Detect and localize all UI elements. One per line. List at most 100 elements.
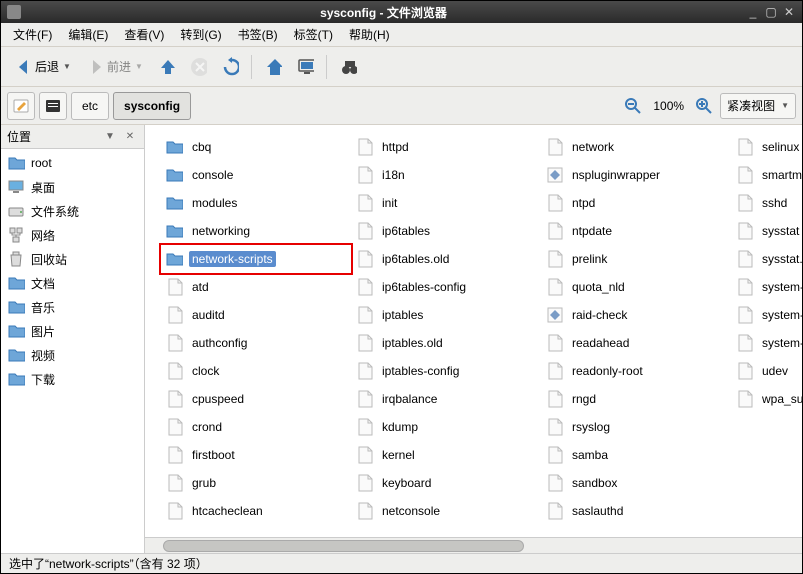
file-item[interactable]: system-config-network — [731, 329, 802, 357]
file-item[interactable]: system-config-users — [731, 301, 802, 329]
file-item[interactable]: atd — [161, 273, 351, 301]
menu-edit[interactable]: 编辑(E) — [60, 23, 116, 46]
search-button[interactable] — [333, 54, 363, 80]
menu-view[interactable]: 查看(V) — [116, 23, 172, 46]
file-name-label: kernel — [379, 447, 418, 463]
file-item[interactable]: irqbalance — [351, 385, 541, 413]
file-item[interactable]: selinux — [731, 133, 802, 161]
file-name-label: nspluginwrapper — [569, 167, 663, 183]
file-item[interactable]: quota_nld — [541, 273, 731, 301]
sidebar-item-9[interactable]: 下载 — [3, 367, 142, 391]
file-item[interactable]: keyboard — [351, 469, 541, 497]
scrollbar-thumb[interactable] — [163, 540, 524, 552]
file-name-label: system-config-network — [759, 335, 802, 351]
sidebar-item-2[interactable]: 文件系统 — [3, 199, 142, 223]
zoom-in-button[interactable] — [692, 94, 716, 118]
file-item[interactable]: ip6tables-config — [351, 273, 541, 301]
file-name-label: ip6tables-config — [379, 279, 469, 295]
file-item[interactable]: networking — [161, 217, 351, 245]
sidebar-item-0[interactable]: root — [3, 151, 142, 175]
file-item[interactable]: ntpdate — [541, 217, 731, 245]
reload-button[interactable] — [215, 54, 245, 80]
file-item[interactable]: init — [351, 189, 541, 217]
file-item[interactable]: authconfig — [161, 329, 351, 357]
file-icon — [545, 334, 563, 352]
file-item[interactable]: sshd — [731, 189, 802, 217]
menu-tabs[interactable]: 标签(T) — [286, 23, 341, 46]
menu-go[interactable]: 转到(G) — [172, 23, 229, 46]
close-button[interactable]: ✕ — [780, 4, 798, 20]
file-item[interactable]: sysstat — [731, 217, 802, 245]
file-item[interactable]: rngd — [541, 385, 731, 413]
file-name-label: sysstat.ioconf — [759, 251, 802, 267]
sidebar-item-7[interactable]: 图片 — [3, 319, 142, 343]
file-icon — [545, 278, 563, 296]
statusbar: 选中了“network-scripts”（含有 32 项） — [1, 553, 802, 573]
sidebar-item-3[interactable]: 网络 — [3, 223, 142, 247]
back-button[interactable]: 后退 ▼ — [7, 54, 77, 80]
file-item[interactable]: prelink — [541, 245, 731, 273]
file-item[interactable]: firstboot — [161, 441, 351, 469]
file-item[interactable]: rsyslog — [541, 413, 731, 441]
home-button[interactable] — [258, 54, 288, 80]
up-button[interactable] — [151, 54, 181, 80]
file-item[interactable]: crond — [161, 413, 351, 441]
file-item[interactable]: htcacheclean — [161, 497, 351, 525]
minimize-button[interactable]: _ — [744, 4, 762, 20]
file-item[interactable]: console — [161, 161, 351, 189]
view-mode-select[interactable]: 紧凑视图 ▼ — [720, 93, 796, 119]
maximize-button[interactable]: ▢ — [762, 4, 780, 20]
file-item[interactable]: auditd — [161, 301, 351, 329]
sidebar-item-5[interactable]: 文档 — [3, 271, 142, 295]
menu-file[interactable]: 文件(F) — [5, 23, 60, 46]
sidebar-item-8[interactable]: 视频 — [3, 343, 142, 367]
sidebar-item-6[interactable]: 音乐 — [3, 295, 142, 319]
computer-button[interactable] — [290, 54, 320, 80]
file-item[interactable]: iptables-config — [351, 357, 541, 385]
file-item[interactable]: ntpd — [541, 189, 731, 217]
horizontal-scrollbar[interactable] — [145, 537, 802, 553]
edit-path-button[interactable] — [7, 92, 35, 120]
file-item[interactable]: smartmontools — [731, 161, 802, 189]
sidebar-close-button[interactable]: ✕ — [122, 129, 138, 145]
file-item[interactable]: cpuspeed — [161, 385, 351, 413]
file-item[interactable]: readonly-root — [541, 357, 731, 385]
file-item[interactable]: iptables — [351, 301, 541, 329]
file-item[interactable]: sandbox — [541, 469, 731, 497]
file-icon — [165, 418, 183, 436]
file-item[interactable]: grub — [161, 469, 351, 497]
file-item[interactable]: wpa_supplicant — [731, 385, 802, 413]
sidebar-item-4[interactable]: 回收站 — [3, 247, 142, 271]
file-item[interactable]: cbq — [161, 133, 351, 161]
file-item[interactable]: saslauthd — [541, 497, 731, 525]
path-segment-etc[interactable]: etc — [71, 92, 109, 120]
file-item[interactable]: netconsole — [351, 497, 541, 525]
file-item[interactable]: network — [541, 133, 731, 161]
file-item[interactable]: readahead — [541, 329, 731, 357]
file-item[interactable]: raid-check — [541, 301, 731, 329]
file-item[interactable]: udev — [731, 357, 802, 385]
file-item[interactable]: samba — [541, 441, 731, 469]
file-grid[interactable]: cbqconsolemodulesnetworkingnetwork-scrip… — [145, 125, 802, 537]
path-segment-sysconfig[interactable]: sysconfig — [113, 92, 191, 120]
menu-bookmarks[interactable]: 书签(B) — [230, 23, 286, 46]
sidebar-item-1[interactable]: 桌面 — [3, 175, 142, 199]
file-item[interactable]: nspluginwrapper — [541, 161, 731, 189]
file-item[interactable]: system-config-firewall — [731, 273, 802, 301]
file-item[interactable]: i18n — [351, 161, 541, 189]
file-item[interactable]: kernel — [351, 441, 541, 469]
file-item[interactable]: iptables.old — [351, 329, 541, 357]
file-item[interactable]: modules — [161, 189, 351, 217]
sidebar-dropdown-icon[interactable]: ▼ — [102, 129, 118, 145]
file-item[interactable]: network-scripts — [161, 245, 351, 273]
menu-help[interactable]: 帮助(H) — [341, 23, 398, 46]
file-item[interactable]: kdump — [351, 413, 541, 441]
file-item[interactable]: clock — [161, 357, 351, 385]
status-text: 选中了“network-scripts”（含有 32 项） — [9, 555, 208, 572]
file-item[interactable]: httpd — [351, 133, 541, 161]
file-item[interactable]: ip6tables.old — [351, 245, 541, 273]
toggle-path-button[interactable] — [39, 92, 67, 120]
zoom-out-button[interactable] — [621, 94, 645, 118]
file-item[interactable]: sysstat.ioconf — [731, 245, 802, 273]
file-item[interactable]: ip6tables — [351, 217, 541, 245]
